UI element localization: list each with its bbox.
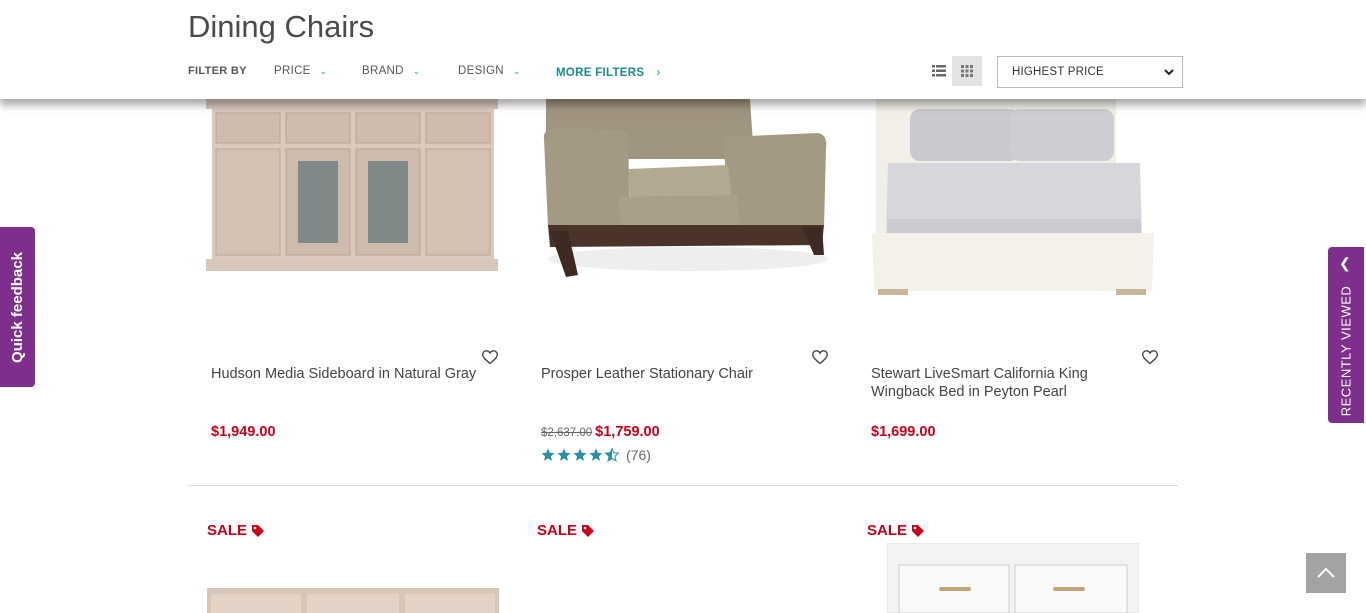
product-rating[interactable]: (76): [541, 447, 651, 463]
product-image-bed[interactable]: [848, 99, 1178, 339]
chevron-up-icon: [1317, 568, 1335, 578]
grid-view-icon: [961, 65, 973, 77]
sale-badge: SALE: [537, 522, 595, 539]
sort-value: HIGHEST PRICE: [1012, 66, 1104, 78]
more-filters-link[interactable]: MORE FILTERS ›: [556, 65, 661, 79]
sort-select[interactable]: HIGHEST PRICE: [997, 56, 1183, 88]
quick-feedback-label: Quick feedback: [9, 251, 27, 363]
product-price: $1,949.00: [211, 424, 276, 440]
recently-viewed-label: RECENTLY VIEWED: [1338, 285, 1354, 417]
product-name-link[interactable]: Stewart LiveSmart California King Wingba…: [871, 365, 1131, 401]
quick-feedback-tab[interactable]: Quick feedback: [0, 227, 35, 387]
sale-badge: SALE: [867, 522, 925, 539]
filter-brand[interactable]: BRAND ⌄: [362, 65, 421, 77]
chevron-left-icon: ❮: [1339, 255, 1351, 271]
sale-label: SALE: [207, 522, 248, 539]
heart-icon[interactable]: [482, 350, 498, 365]
filter-price-label: PRICE: [274, 65, 311, 77]
product-price-block: $2,637.00 $1,759.00: [541, 424, 660, 440]
product-image-sideboard[interactable]: [188, 99, 518, 339]
chevron-down-icon: ⌄: [512, 66, 521, 76]
filter-design[interactable]: DESIGN ⌄: [458, 65, 521, 77]
product-name-link[interactable]: Hudson Media Sideboard in Natural Gray: [211, 365, 501, 383]
filter-by-label: FILTER BY: [188, 65, 247, 77]
chevron-down-icon: ⌄: [412, 66, 421, 76]
product-image-leather-chair[interactable]: [518, 99, 848, 339]
sale-label: SALE: [537, 522, 578, 539]
filter-design-label: DESIGN: [458, 65, 504, 77]
chevron-down-icon: ⌄: [319, 66, 328, 76]
tag-icon: [912, 524, 925, 537]
product-image-partial[interactable]: [887, 543, 1139, 613]
review-count: (76): [626, 447, 651, 463]
product-image-partial[interactable]: [207, 588, 499, 613]
rating-stars-icon: [541, 448, 619, 462]
sale-label: SALE: [867, 522, 908, 539]
sale-badge: SALE: [207, 522, 265, 539]
chevron-down-icon: [1164, 68, 1174, 75]
tag-icon: [582, 524, 595, 537]
list-view-button[interactable]: [924, 56, 954, 86]
grid-view-button[interactable]: [952, 56, 982, 86]
product-price: $1,699.00: [871, 424, 936, 440]
tag-icon: [252, 524, 265, 537]
product-name-link[interactable]: Prosper Leather Stationary Chair: [541, 365, 831, 383]
back-to-top-button[interactable]: [1306, 553, 1346, 593]
filter-brand-label: BRAND: [362, 65, 404, 77]
row-divider: [188, 485, 1178, 486]
filter-price[interactable]: PRICE ⌄: [274, 65, 328, 77]
recently-viewed-tab[interactable]: ❮ RECENTLY VIEWED: [1328, 247, 1364, 423]
product-price: $1,759.00: [595, 424, 660, 440]
original-price: $2,637.00: [541, 427, 593, 439]
header-bar: Dining Chairs FILTER BY PRICE ⌄ BRAND ⌄ DE…: [0, 0, 1366, 99]
more-filters-label: MORE FILTERS: [556, 67, 645, 79]
heart-icon[interactable]: [1142, 350, 1158, 365]
chevron-right-icon: ›: [656, 65, 661, 79]
heart-icon[interactable]: [812, 350, 828, 365]
page-title: Dining Chairs: [188, 9, 375, 44]
list-view-icon: [932, 65, 946, 77]
